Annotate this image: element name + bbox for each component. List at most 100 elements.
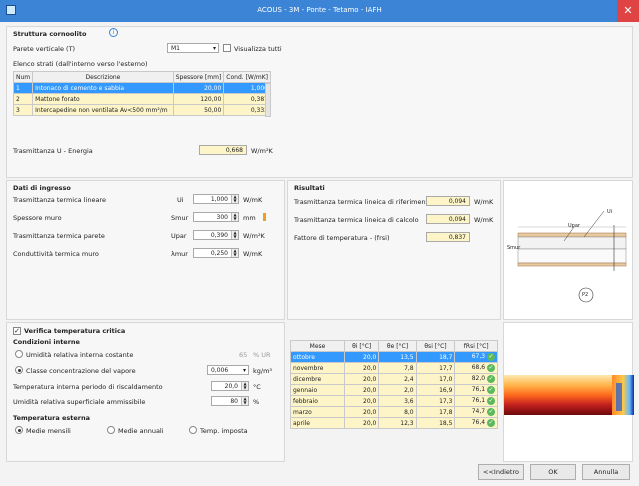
check-icon: ✓	[487, 375, 495, 383]
calc-transmittance-unit: W/mK	[474, 216, 494, 224]
back-button[interactable]: <<Indietro	[478, 464, 524, 480]
ok-button[interactable]: OK	[530, 464, 576, 480]
show-all-label: Visualizza tutti	[234, 45, 282, 53]
cell-ti: 20,0	[343, 351, 380, 363]
spinner-icon[interactable]: ▲ ▼	[241, 397, 248, 405]
col-cond: Cond. [W/mK]	[223, 71, 271, 83]
cell-tsi: 16,9	[415, 384, 456, 396]
title-bar: ACOUS - 3M - Ponte - Tetamo - IAFH ✕	[0, 0, 639, 22]
wall-conductivity-unit: W/mK	[243, 250, 263, 258]
wall-select[interactable]: M1 ▾	[167, 43, 219, 53]
cell-frsi-value: 67,3	[471, 353, 486, 360]
cell-tsi: 17,8	[415, 406, 456, 418]
table-row[interactable]: gennaio 20,0 2,0 16,9 76,1 ✓	[290, 384, 498, 396]
calc-transmittance-value: 0,094	[426, 214, 470, 224]
temp-factor-label: Fattore di temperatura - (frsi)	[294, 234, 390, 242]
critical-temp-label: Verifica temperatura critica	[24, 327, 126, 335]
cell-te: 12,3	[378, 417, 417, 429]
spinner-icon[interactable]: ▲ ▼	[231, 249, 238, 257]
ref-transmittance-label: Trasmittanza termica lineica di riferime…	[294, 198, 433, 206]
cell-ti: 20,0	[343, 373, 380, 385]
cell-te: 7,8	[378, 362, 417, 374]
layers-table: Num Descrizione Spessore [mm] Cond. [W/m…	[12, 71, 271, 116]
constant-humidity-radio[interactable]	[15, 350, 23, 358]
surface-humidity-input[interactable]: 80 ▲ ▼	[211, 396, 249, 406]
wall-label: Parete verticale (T)	[13, 45, 76, 53]
wall-conductivity-value: 0,250	[210, 250, 228, 257]
check-icon: ✓	[487, 397, 495, 405]
spinner-icon[interactable]: ▲ ▼	[231, 195, 238, 203]
monthly-avg-radio[interactable]	[15, 426, 23, 434]
table-row[interactable]: marzo 20,0 8,0 17,8 74,7 ✓	[290, 406, 498, 418]
cell-month: gennaio	[290, 384, 345, 396]
wall-conductivity-input[interactable]: 0,250 ▲ ▼	[193, 248, 239, 258]
spinner-icon[interactable]: ▲ ▼	[231, 231, 238, 239]
linear-transmittance-input[interactable]: 1,000 ▲ ▼	[193, 194, 239, 204]
table-row[interactable]: febbraio 20,0 3,6 17,3 76,1 ✓	[290, 395, 498, 407]
table-row[interactable]: 3 Intercapedine non ventilata Av<500 mm²…	[12, 104, 271, 116]
info-icon[interactable]: i	[109, 28, 118, 37]
table-row[interactable]: dicembre 20,0 2,4 17,0 82,0 ✓	[290, 373, 498, 385]
cell-tsi: 17,7	[415, 362, 456, 374]
wall-thickness-value: 300	[216, 214, 228, 221]
cell-tsi: 17,0	[415, 373, 456, 385]
vapour-class-unit: kg/m³	[253, 367, 273, 375]
critical-temp-checkbox[interactable]: ✓	[13, 327, 21, 335]
wall-thickness-input[interactable]: 300 ▲ ▼	[193, 212, 239, 222]
cell-frsi: 76,1 ✓	[454, 384, 498, 396]
show-all-checkbox[interactable]	[223, 44, 231, 52]
table-row[interactable]: 1 Intonaco di cemento e sabbia 20,00 1,0…	[12, 82, 271, 94]
yearly-avg-radio[interactable]	[107, 426, 115, 434]
cell-tsi: 17,3	[415, 395, 456, 407]
diagram-label-smur: Smur	[507, 245, 521, 251]
cell-ti: 20,0	[343, 406, 380, 418]
table-scrollbar[interactable]	[265, 83, 271, 117]
linear-transmittance-label: Trasmittanza termica lineare	[13, 196, 106, 204]
cell-num: 3	[12, 104, 34, 116]
cell-desc: Mattone forato	[32, 93, 174, 105]
cell-month: febbraio	[290, 395, 345, 407]
internal-conditions-title: Condizioni interne	[13, 338, 80, 346]
cell-te: 2,0	[378, 384, 417, 396]
cell-frsi: 82,0 ✓	[454, 373, 498, 385]
external-temp-title: Temperatura esterna	[13, 414, 91, 422]
cell-frsi: 68,6 ✓	[454, 362, 498, 374]
wall-select-value: M1	[171, 45, 180, 52]
table-row[interactable]: aprile 20,0 12,3 18,5 76,4 ✓	[290, 417, 498, 429]
vapour-class-value: 0,006	[211, 367, 229, 374]
transmittance-label: Trasmittanza U - Energia	[13, 147, 93, 155]
linear-transmittance-unit: W/mK	[243, 196, 263, 204]
cell-te: 8,0	[378, 406, 417, 418]
vapour-class-label: Classe concentrazione del vapore	[26, 367, 136, 375]
chevron-down-icon: ▾	[212, 45, 216, 52]
internal-temp-input[interactable]: 20,0 ▲ ▼	[211, 381, 249, 391]
table-row[interactable]: novembre 20,0 7,8 17,7 68,6 ✓	[290, 362, 498, 374]
wall-conductivity-symbol: λmur	[171, 250, 188, 258]
wall-transmittance-input[interactable]: 0,390 ▲ ▼	[193, 230, 239, 240]
cell-frsi-value: 76,1	[471, 386, 486, 393]
table-row[interactable]: 2 Mattone forato 120,00 0,387	[12, 93, 271, 105]
cell-frsi-value: 76,1	[471, 397, 486, 404]
cell-frsi: 67,3 ✓	[454, 351, 498, 363]
vapour-class-select[interactable]: 0,006 ▾	[207, 365, 249, 375]
cell-ti: 20,0	[343, 384, 380, 396]
structure-panel: Struttura cornoolito i Parete verticale …	[6, 26, 633, 178]
fixed-temp-radio[interactable]	[189, 426, 197, 434]
close-icon[interactable]: ✕	[617, 0, 639, 22]
check-icon: ✓	[487, 353, 495, 361]
vapour-class-radio[interactable]	[15, 366, 23, 374]
cell-thick: 120,00	[172, 93, 225, 105]
cell-frsi: 76,1 ✓	[454, 395, 498, 407]
col-te: θe [°C]	[378, 340, 417, 352]
cancel-button[interactable]: Annulla	[582, 464, 630, 480]
chevron-down-icon: ▾	[242, 367, 246, 374]
col-ti: θi [°C]	[343, 340, 380, 352]
table-row[interactable]: ottobre 20,0 13,5 18,7 67,3 ✓	[290, 351, 498, 363]
node-diagram: Ui Upar Smur P2	[503, 180, 633, 320]
node-drawing	[517, 210, 627, 303]
cell-cond: 1,000	[223, 82, 271, 94]
input-data-panel: Dati di ingresso Trasmittanza termica li…	[6, 180, 285, 320]
spinner-icon[interactable]: ▲ ▼	[241, 382, 248, 390]
check-icon: ✓	[487, 419, 495, 427]
spinner-icon[interactable]: ▲ ▼	[231, 213, 238, 221]
